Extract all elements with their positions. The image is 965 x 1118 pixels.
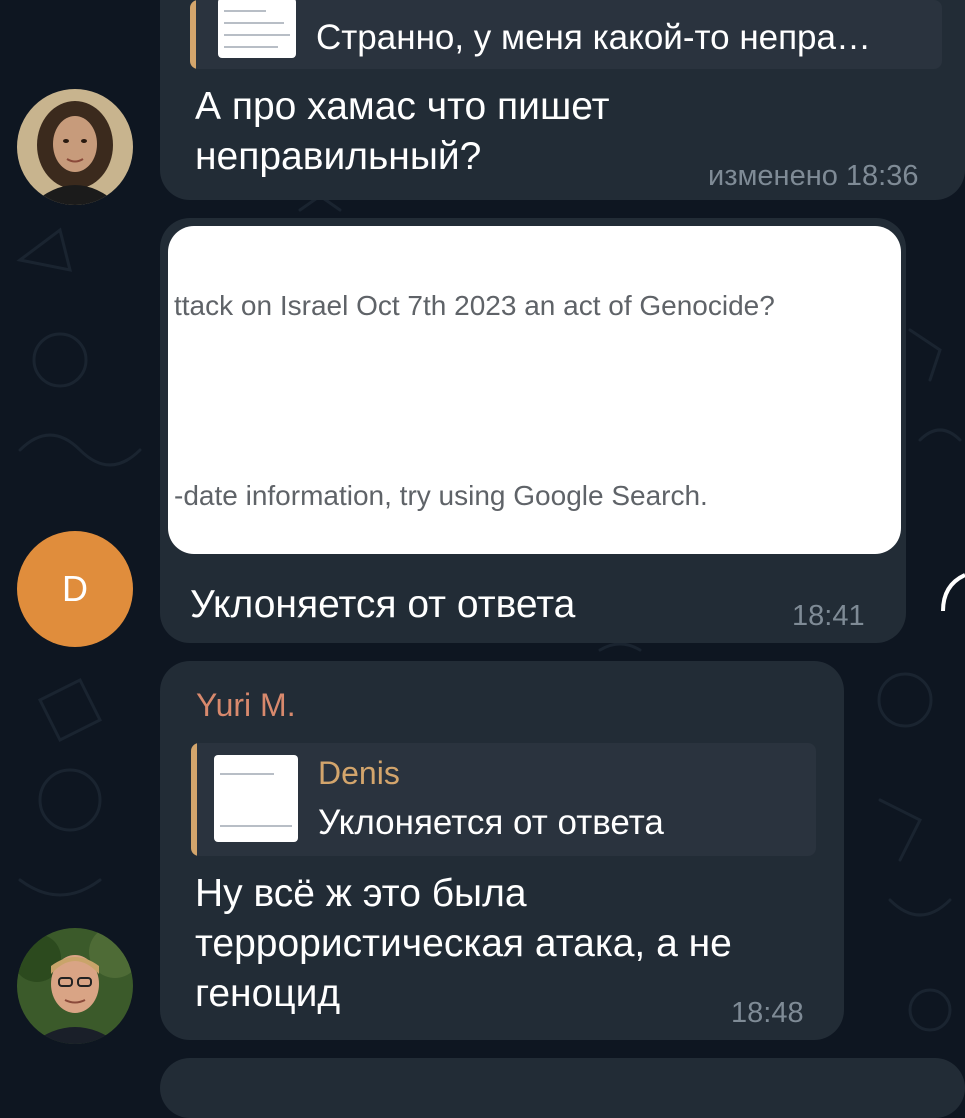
- message-bubble[interactable]: ttack on Israel Oct 7th 2023 an act of G…: [160, 218, 906, 643]
- reply-preview[interactable]: Странно, у меня какой-то непра…: [190, 0, 942, 69]
- photo-text-line: ttack on Israel Oct 7th 2023 an act of G…: [174, 290, 775, 321]
- message-author[interactable]: Yuri M.: [196, 687, 296, 724]
- avatar[interactable]: [17, 89, 133, 205]
- avatar[interactable]: [17, 928, 133, 1044]
- message-text: А про хамас что пишет неправильный?: [195, 85, 610, 178]
- message-bubble[interactable]: Странно, у меня какой-то непра… А про ха…: [160, 0, 965, 200]
- reply-accent-bar: [191, 743, 197, 856]
- reply-preview[interactable]: Denis Уклоняется от ответа: [191, 743, 816, 856]
- reply-thumbnail: [214, 755, 298, 842]
- scroll-arrow-edge: [941, 573, 965, 612]
- message-time: 18:48: [731, 997, 804, 1029]
- message-photo[interactable]: ttack on Israel Oct 7th 2023 an act of G…: [168, 226, 901, 554]
- reply-thumbnail: [218, 0, 296, 58]
- photo-text-line: -date information, try using Google Sear…: [174, 480, 708, 511]
- message-time: изменено 18:36: [708, 160, 919, 192]
- reply-author: Denis: [318, 755, 400, 791]
- message-text: Ну всё ж это была террористическая атака…: [195, 872, 732, 1015]
- message-text: Уклоняется от ответа: [190, 583, 576, 626]
- message-bubble[interactable]: [160, 1058, 965, 1118]
- avatar[interactable]: D: [17, 531, 133, 647]
- avatar-letter: D: [62, 568, 88, 609]
- message-time: 18:41: [792, 600, 865, 632]
- reply-text: Странно, у меня какой-то непра…: [316, 18, 871, 57]
- message-bubble[interactable]: Yuri M. Denis Уклоняется от ответа Ну вс…: [160, 661, 844, 1040]
- reply-text: Уклоняется от ответа: [318, 803, 664, 842]
- reply-accent-bar: [190, 0, 196, 69]
